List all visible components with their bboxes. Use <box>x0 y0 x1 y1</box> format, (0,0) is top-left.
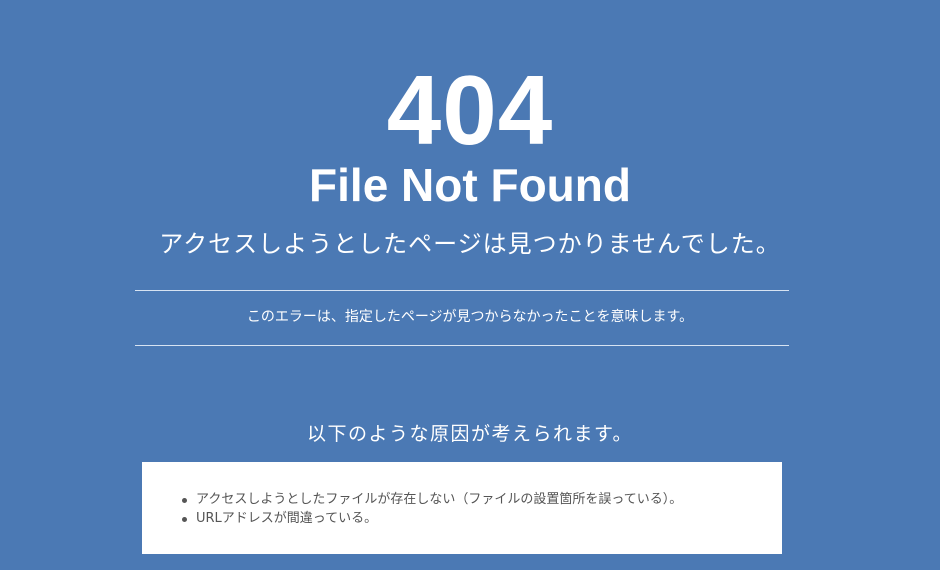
bullet-icon <box>182 498 187 503</box>
causes-list: アクセスしようとしたファイルが存在しない（ファイルの設置箇所を誤っている）。 U… <box>142 462 782 528</box>
error-code: 404 <box>386 55 554 165</box>
cause-item-text: URLアドレスが間違っている。 <box>196 511 378 526</box>
error-title: File Not Found <box>309 159 631 211</box>
error-subtitle: アクセスしようとしたページは見つかりませんでした。 <box>159 230 781 258</box>
cause-item-text: アクセスしようとしたファイルが存在しない（ファイルの設置箇所を誤っている）。 <box>196 492 683 507</box>
causes-box: アクセスしようとしたファイルが存在しない（ファイルの設置箇所を誤っている）。 U… <box>142 462 782 554</box>
bullet-icon <box>182 517 187 522</box>
cause-item: アクセスしようとしたファイルが存在しない（ファイルの設置箇所を誤っている）。 <box>182 490 782 509</box>
error-explanation: このエラーは、指定したページが見つからなかったことを意味します。 <box>246 309 694 325</box>
divider-bottom <box>135 345 789 346</box>
cause-item: URLアドレスが間違っている。 <box>182 509 782 528</box>
causes-heading: 以下のような原因が考えられます。 <box>306 423 634 445</box>
divider-top <box>135 290 789 291</box>
